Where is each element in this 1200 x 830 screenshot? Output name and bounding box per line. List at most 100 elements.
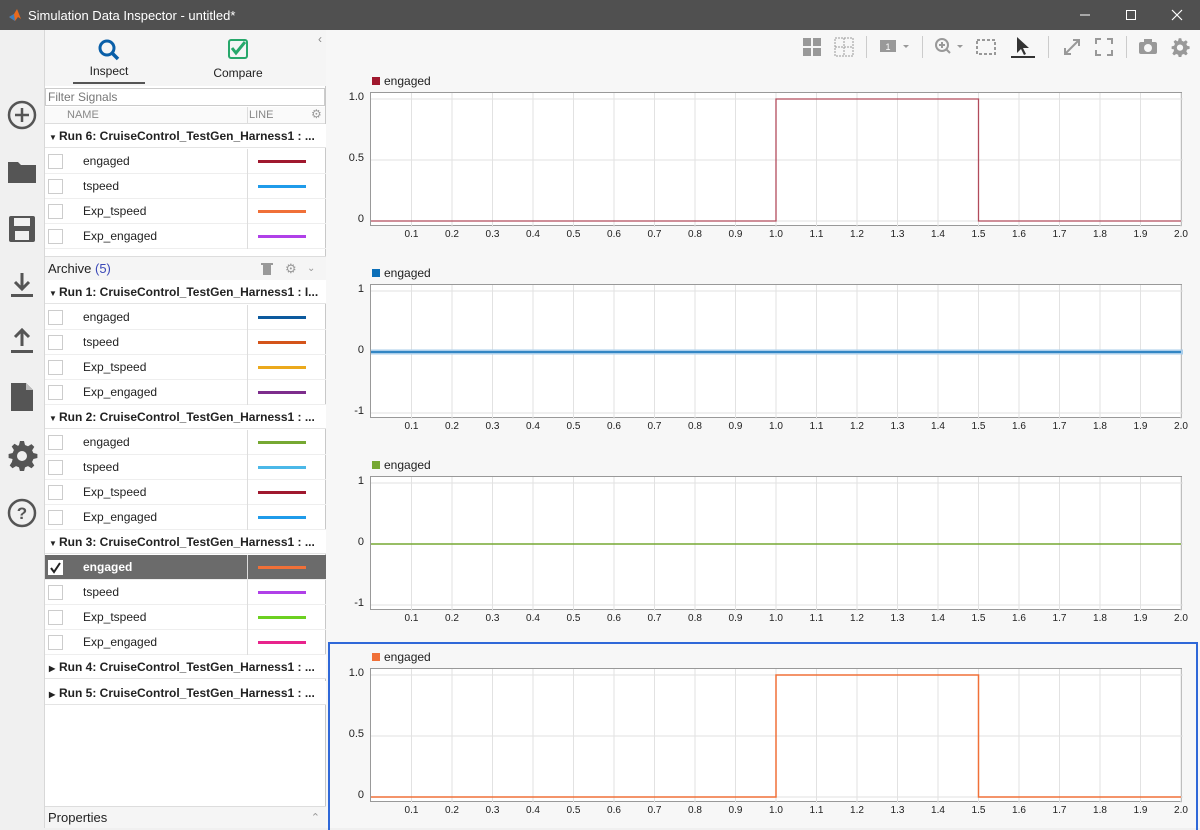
signal-line-swatch[interactable] — [258, 366, 306, 369]
signal-line-swatch[interactable] — [258, 160, 306, 163]
signal-row[interactable]: Exp_engaged — [45, 224, 326, 249]
signal-line-swatch[interactable] — [258, 235, 306, 238]
settings-icon[interactable] — [1168, 36, 1192, 58]
signal-checkbox[interactable] — [48, 485, 63, 500]
signal-checkbox[interactable] — [48, 335, 63, 350]
subplot-icon[interactable] — [832, 36, 856, 58]
plot-axes[interactable] — [370, 476, 1183, 611]
collapse-panel-icon[interactable]: ‹ — [318, 32, 322, 46]
run-header[interactable]: ▶ Run 5: CruiseControl_TestGen_Harness1 :… — [45, 681, 326, 705]
signal-line-swatch[interactable] — [258, 591, 306, 594]
signal-line-swatch[interactable] — [258, 210, 306, 213]
signal-checkbox[interactable] — [48, 204, 63, 219]
signal-plot[interactable]: engaged 1 0 -1 0.1 0.2 0.3 0.4 0.5 0.6 0.7 0.8 0.9 1.… — [330, 260, 1196, 446]
signal-checkbox-checked[interactable] — [48, 560, 63, 575]
report-icon[interactable] — [5, 380, 39, 414]
signal-line-swatch[interactable] — [258, 341, 306, 344]
filter-signals-input[interactable]: Filter Signals — [45, 88, 325, 106]
signal-line-swatch[interactable] — [258, 391, 306, 394]
archive-settings-icon[interactable]: ⚙ — [285, 257, 297, 281]
tab-compare[interactable]: Compare — [203, 34, 273, 84]
signal-row[interactable]: tspeed — [45, 330, 326, 355]
signal-row[interactable]: tspeed — [45, 455, 326, 480]
signal-row[interactable]: engaged — [45, 149, 326, 174]
signal-row[interactable]: Exp_engaged — [45, 505, 326, 530]
signal-row[interactable]: Exp_engaged — [45, 630, 326, 655]
export-icon[interactable] — [5, 324, 39, 358]
camera-icon[interactable] — [1136, 36, 1160, 58]
signal-plot[interactable]: engaged 1.0 0.5 0 0.1 0.2 0.3 0.4 0.5 0.6 0.7 0.8 0.… — [330, 68, 1196, 254]
run-header[interactable]: ▼ Run 2: CruiseControl_TestGen_Harness1 :… — [45, 405, 326, 429]
signal-checkbox[interactable] — [48, 610, 63, 625]
signal-row[interactable]: engaged — [45, 555, 326, 580]
column-settings-icon[interactable]: ⚙ — [311, 107, 322, 121]
signal-checkbox[interactable] — [48, 435, 63, 450]
tab-inspect[interactable]: Inspect — [73, 34, 145, 84]
signal-row[interactable]: tspeed — [45, 174, 326, 199]
minimize-button[interactable] — [1062, 0, 1108, 30]
save-icon[interactable] — [5, 212, 39, 246]
signal-checkbox[interactable] — [48, 310, 63, 325]
signal-line-swatch[interactable] — [258, 516, 306, 519]
run-label: Run 3: CruiseControl_TestGen_Harness1 : … — [59, 535, 315, 549]
signal-row[interactable]: Exp_tspeed — [45, 355, 326, 380]
trash-icon[interactable] — [261, 262, 273, 276]
signal-row[interactable]: engaged — [45, 430, 326, 455]
x-tick-label: 0.3 — [485, 613, 500, 624]
run-header[interactable]: ▶ Run 4: CruiseControl_TestGen_Harness1 :… — [45, 655, 326, 679]
run-header[interactable]: ▼ Run 3: CruiseControl_TestGen_Harness1 :… — [45, 530, 326, 554]
signal-line-swatch[interactable] — [258, 466, 306, 469]
signal-checkbox[interactable] — [48, 635, 63, 650]
archive-header[interactable]: Archive (5) ⚙ ⌄ — [45, 256, 326, 280]
signal-row[interactable]: Exp_tspeed — [45, 480, 326, 505]
layout-number-icon[interactable]: 1 — [878, 36, 914, 58]
close-button[interactable] — [1154, 0, 1200, 30]
cursor-icon[interactable] — [1011, 36, 1035, 58]
properties-header[interactable]: Properties ⌃ — [45, 806, 326, 828]
x-tick-label: 0.2 — [445, 421, 459, 432]
signal-line-swatch[interactable] — [258, 641, 306, 644]
signal-line-swatch[interactable] — [258, 616, 306, 619]
signal-line-swatch[interactable] — [258, 566, 306, 569]
signal-checkbox[interactable] — [48, 460, 63, 475]
signal-line-swatch[interactable] — [258, 316, 306, 319]
run-6-header[interactable]: ▼ Run 6: CruiseControl_TestGen_Harness1 :… — [45, 124, 326, 148]
expand-icon[interactable] — [1060, 36, 1084, 58]
signal-line-swatch[interactable] — [258, 185, 306, 188]
signal-checkbox[interactable] — [48, 585, 63, 600]
run-header[interactable]: ▼ Run 1: CruiseControl_TestGen_Harness1 :… — [45, 280, 326, 304]
properties-expand-icon[interactable]: ⌃ — [311, 807, 320, 829]
signal-plot[interactable]: engaged 1.0 0.5 0 0.1 0.2 0.3 0.4 0.5 0.6 0.7 0.8 0.… — [328, 642, 1198, 830]
signal-checkbox[interactable] — [48, 154, 63, 169]
zoom-in-icon[interactable] — [932, 36, 968, 58]
help-icon[interactable]: ? — [5, 496, 39, 530]
archive-collapse-icon[interactable]: ⌄ — [307, 257, 315, 281]
left-toolbar: ? — [0, 30, 45, 828]
plot-axes[interactable] — [370, 668, 1183, 803]
fullscreen-icon[interactable] — [1092, 36, 1116, 58]
signal-row[interactable]: Exp_tspeed — [45, 199, 326, 224]
signal-row[interactable]: Exp_tspeed — [45, 605, 326, 630]
fit-to-view-icon[interactable] — [974, 36, 998, 58]
maximize-button[interactable] — [1108, 0, 1154, 30]
signal-checkbox[interactable] — [48, 385, 63, 400]
plot-axes[interactable] — [370, 284, 1183, 419]
signal-checkbox[interactable] — [48, 510, 63, 525]
signal-row[interactable]: Exp_engaged — [45, 380, 326, 405]
signal-row[interactable]: tspeed — [45, 580, 326, 605]
signal-line-swatch[interactable] — [258, 441, 306, 444]
signal-checkbox[interactable] — [48, 229, 63, 244]
signal-row[interactable]: engaged — [45, 305, 326, 330]
x-tick-label: 2.0 — [1174, 805, 1188, 816]
open-folder-icon[interactable] — [5, 154, 39, 188]
signal-checkbox[interactable] — [48, 179, 63, 194]
new-icon[interactable] — [5, 98, 39, 132]
signal-line-swatch[interactable] — [258, 491, 306, 494]
x-tick-label: 1.0 — [769, 229, 783, 240]
plot-axes[interactable] — [370, 92, 1183, 227]
preferences-icon[interactable] — [5, 438, 39, 472]
signal-plot[interactable]: engaged 1 0 -1 0.1 0.2 0.3 0.4 0.5 0.6 0.7 0.8 0.9 1.… — [330, 452, 1196, 638]
layout-grid-icon[interactable] — [800, 36, 824, 58]
signal-checkbox[interactable] — [48, 360, 63, 375]
import-icon[interactable] — [5, 268, 39, 302]
